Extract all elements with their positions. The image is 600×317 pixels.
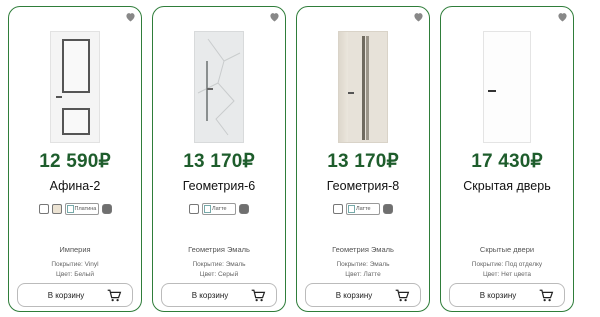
product-coating: Покрытие: Эмаль bbox=[192, 261, 246, 268]
product-name[interactable]: Афина-2 bbox=[9, 179, 141, 193]
cart-icon bbox=[250, 288, 266, 302]
swatch-white[interactable] bbox=[38, 204, 49, 214]
cart-icon bbox=[106, 288, 122, 302]
product-coating: Покрытие: Под отделку bbox=[471, 261, 543, 268]
color-swatches: Латте bbox=[153, 202, 285, 216]
heart-icon[interactable] bbox=[123, 10, 137, 24]
product-collection: Скрытые двери bbox=[479, 245, 535, 254]
product-price: 12 590₽ bbox=[39, 151, 111, 172]
door-image[interactable] bbox=[153, 31, 285, 143]
product-price: 17 430₽ bbox=[471, 151, 543, 172]
product-color: Цвет: Серый bbox=[199, 271, 239, 278]
product-collection: Геометрия Эмаль bbox=[332, 245, 394, 254]
product-name[interactable]: Скрытая дверь bbox=[441, 179, 573, 193]
product-price: 13 170₽ bbox=[183, 151, 255, 172]
door-image[interactable] bbox=[297, 31, 429, 143]
product-color: Цвет: Нет цвета bbox=[482, 271, 532, 278]
product-color: Цвет: Латте bbox=[345, 271, 381, 278]
product-card[interactable]: 17 430₽ Скрытая дверь Скрытые двери Покр… bbox=[440, 6, 574, 312]
product-color: Цвет: Белый bbox=[56, 271, 94, 278]
add-to-cart-button[interactable]: В корзину bbox=[17, 283, 133, 307]
swatch-grey[interactable] bbox=[101, 204, 112, 214]
add-to-cart-button[interactable]: В корзину bbox=[161, 283, 277, 307]
swatch-latte[interactable]: Латте bbox=[346, 203, 380, 215]
product-name[interactable]: Геометрия-8 bbox=[297, 179, 429, 193]
swatch-beige[interactable] bbox=[51, 204, 62, 214]
heart-icon[interactable] bbox=[411, 10, 425, 24]
product-price: 13 170₽ bbox=[327, 151, 399, 172]
door-image[interactable] bbox=[441, 31, 573, 143]
product-coating: Покрытие: Vinyl bbox=[51, 261, 99, 268]
product-collection: Геометрия Эмаль bbox=[188, 245, 250, 254]
swatch-grey[interactable] bbox=[383, 204, 393, 214]
product-card[interactable]: 13 170₽ Геометрия-8 Латте Геометрия Эмал… bbox=[296, 6, 430, 312]
color-swatches: Платина bbox=[9, 202, 141, 216]
swatch-latte[interactable]: Латте bbox=[202, 203, 236, 215]
heart-icon[interactable] bbox=[267, 10, 281, 24]
cart-icon bbox=[538, 288, 554, 302]
swatch-grey[interactable] bbox=[239, 204, 249, 214]
swatch-white[interactable] bbox=[333, 204, 343, 214]
product-name[interactable]: Геометрия-6 bbox=[153, 179, 285, 193]
product-coating: Покрытие: Эмаль bbox=[336, 261, 390, 268]
product-collection: Империя bbox=[59, 245, 91, 254]
color-swatches: Латте bbox=[297, 202, 429, 216]
swatch-platinum[interactable]: Платина bbox=[64, 203, 99, 215]
add-to-cart-button[interactable]: В корзину bbox=[305, 283, 421, 307]
product-card[interactable]: 13 170₽ Геометрия-6 Латте Геометрия Эмал… bbox=[152, 6, 286, 312]
cart-icon bbox=[394, 288, 410, 302]
add-to-cart-button[interactable]: В корзину bbox=[449, 283, 565, 307]
heart-icon[interactable] bbox=[555, 10, 569, 24]
product-card[interactable]: 12 590₽ Афина-2 Платина Империя Покрытие… bbox=[8, 6, 142, 312]
swatch-white[interactable] bbox=[189, 204, 199, 214]
door-image[interactable] bbox=[9, 31, 141, 143]
